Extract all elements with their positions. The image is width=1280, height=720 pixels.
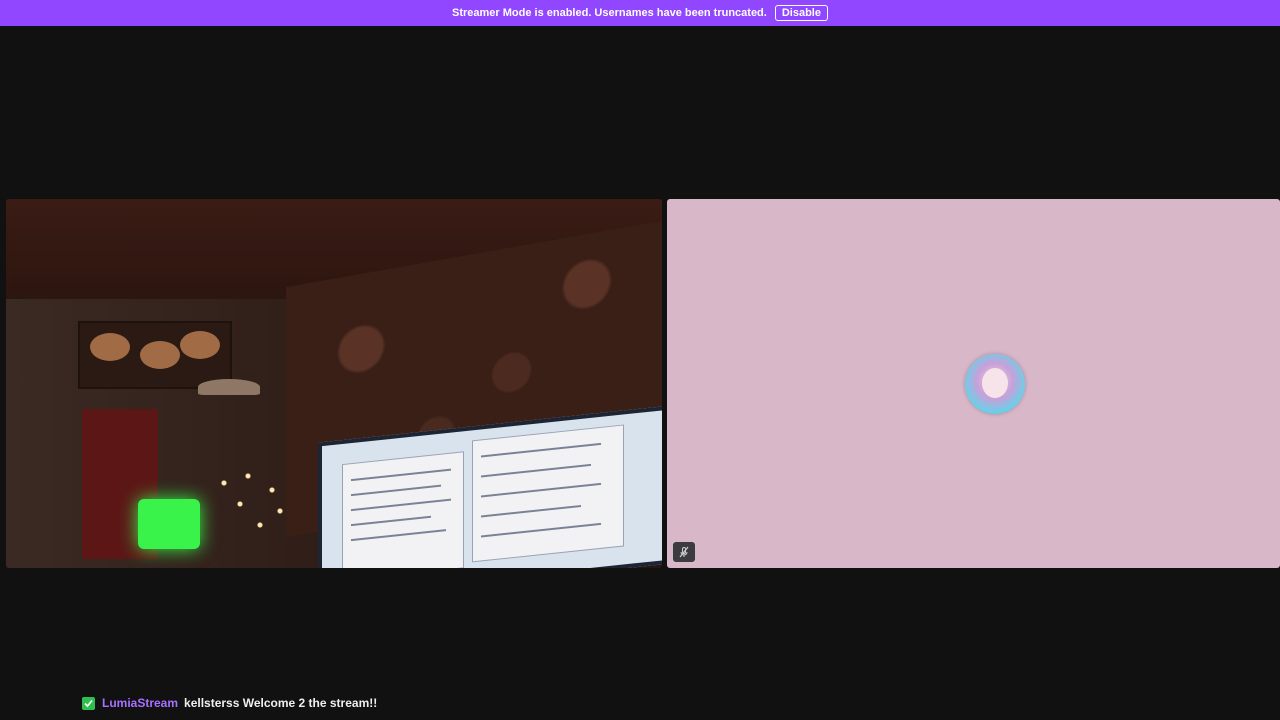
mic-off-icon[interactable] (673, 542, 695, 562)
chat-message-text: kellsterss Welcome 2 the stream!! (184, 696, 378, 710)
participant-avatar (965, 354, 1025, 414)
streamer-mode-banner: Streamer Mode is enabled. Usernames have… (0, 0, 1280, 26)
chat-message: LumiaStream kellsterss Welcome 2 the str… (82, 696, 377, 710)
chat-username[interactable]: LumiaStream (102, 696, 178, 710)
webcam-video-tile[interactable] (6, 199, 662, 568)
disable-streamer-mode-button[interactable]: Disable (774, 5, 828, 21)
audio-participant-tile[interactable] (667, 199, 1280, 568)
streamer-mode-text: Streamer Mode is enabled. Usernames have… (452, 7, 767, 19)
verified-check-icon (82, 696, 95, 710)
